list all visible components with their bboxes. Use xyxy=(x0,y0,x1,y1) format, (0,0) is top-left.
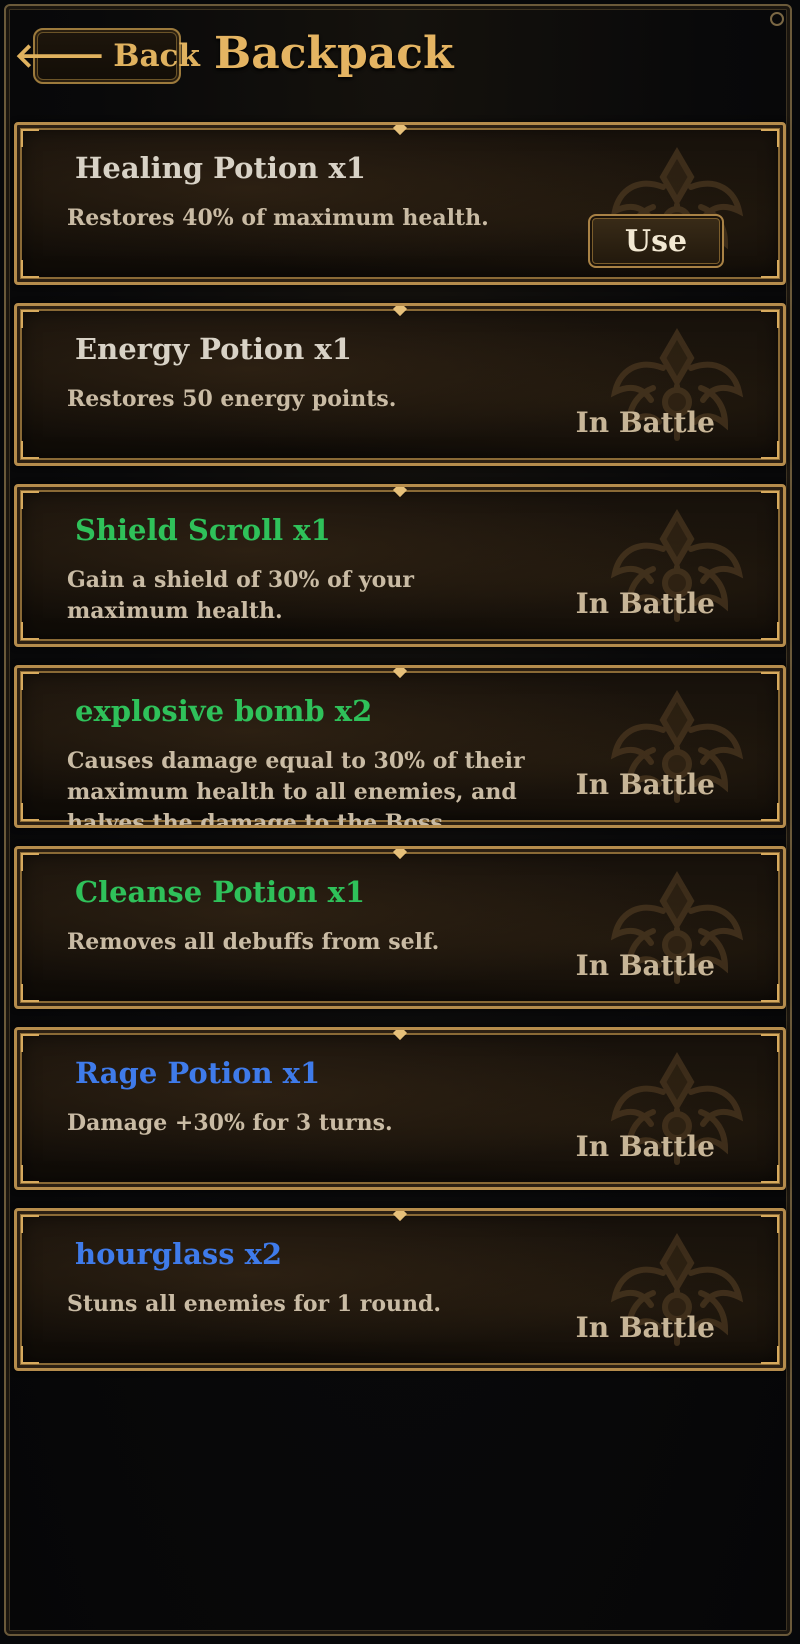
item-card: Energy Potion x1 Restores 50 energy point… xyxy=(14,303,786,466)
card-corner-ornament xyxy=(761,1215,779,1233)
card-notch-ornament xyxy=(392,1030,408,1041)
card-corner-ornament xyxy=(761,803,779,821)
card-corner-ornament xyxy=(21,803,39,821)
card-corner-ornament xyxy=(21,260,39,278)
card-corner-ornament xyxy=(761,672,779,690)
item-card: Rage Potion x1 Damage +30% for 3 turns. In… xyxy=(14,1027,786,1190)
item-card: Cleanse Potion x1 Removes all debuffs fro… xyxy=(14,846,786,1009)
header: 🡐 Back Backpack xyxy=(0,0,800,120)
in-battle-label: In Battle xyxy=(575,1311,715,1344)
card-corner-ornament xyxy=(21,1034,39,1052)
item-card: Shield Scroll x1 Gain a shield of 30% of … xyxy=(14,484,786,647)
card-notch-ornament xyxy=(392,1211,408,1222)
card-corner-ornament xyxy=(761,1034,779,1052)
card-notch-ornament xyxy=(392,668,408,679)
item-description: Stuns all enemies for 1 round. xyxy=(67,1291,442,1317)
card-corner-ornament xyxy=(21,853,39,871)
card-corner-ornament xyxy=(761,984,779,1002)
item-card: explosive bomb x2 Causes damage equal to … xyxy=(14,665,786,828)
card-corner-ornament xyxy=(21,441,39,459)
card-corner-ornament xyxy=(761,1165,779,1183)
item-name: Shield Scroll x1 xyxy=(75,513,331,547)
card-corner-ornament xyxy=(21,984,39,1002)
card-notch-ornament xyxy=(392,487,408,498)
card-corner-ornament xyxy=(761,310,779,328)
card-corner-ornament xyxy=(21,1346,39,1364)
card-corner-ornament xyxy=(21,310,39,328)
item-description: Gain a shield of 30% of your maximum hea… xyxy=(67,567,414,624)
card-corner-ornament xyxy=(761,622,779,640)
card-corner-ornament xyxy=(21,1215,39,1233)
page-title: Backpack xyxy=(214,28,454,79)
item-name: Cleanse Potion x1 xyxy=(75,875,366,909)
card-corner-ornament xyxy=(21,622,39,640)
use-button[interactable]: Use xyxy=(588,214,724,268)
item-name: Rage Potion x1 xyxy=(75,1056,321,1090)
in-battle-label: In Battle xyxy=(575,406,715,439)
card-corner-ornament xyxy=(761,260,779,278)
item-name: explosive bomb x2 xyxy=(75,694,373,728)
card-corner-ornament xyxy=(21,672,39,690)
card-corner-ornament xyxy=(21,1165,39,1183)
item-name: Energy Potion x1 xyxy=(75,332,352,366)
card-corner-ornament xyxy=(761,1346,779,1364)
in-battle-label: In Battle xyxy=(575,1130,715,1163)
card-notch-ornament xyxy=(392,306,408,317)
item-card: hourglass x2 Stuns all enemies for 1 roun… xyxy=(14,1208,786,1371)
card-notch-ornament xyxy=(392,849,408,860)
item-description: Damage +30% for 3 turns. xyxy=(67,1110,393,1136)
back-button[interactable]: 🡐 Back xyxy=(14,28,200,84)
in-battle-label: In Battle xyxy=(575,768,715,801)
item-name: hourglass x2 xyxy=(75,1237,283,1271)
in-battle-label: In Battle xyxy=(575,587,715,620)
card-corner-ornament xyxy=(761,853,779,871)
card-corner-ornament xyxy=(21,491,39,509)
item-name: Healing Potion x1 xyxy=(75,151,366,185)
item-description: Removes all debuffs from self. xyxy=(67,929,440,955)
card-corner-ornament xyxy=(761,491,779,509)
item-description: Restores 50 energy points. xyxy=(67,386,397,412)
card-corner-ornament xyxy=(761,129,779,147)
in-battle-label: In Battle xyxy=(575,949,715,982)
item-description: Restores 40% of maximum health. xyxy=(67,205,489,231)
back-button-label: Back xyxy=(113,38,200,74)
card-corner-ornament xyxy=(761,441,779,459)
card-corner-ornament xyxy=(21,129,39,147)
item-card: Healing Potion x1 Restores 40% of maximum… xyxy=(14,122,786,285)
card-notch-ornament xyxy=(392,125,408,136)
arrow-left-icon: 🡐 xyxy=(14,36,106,76)
item-description: Causes damage equal to 30% of their maxi… xyxy=(67,748,525,828)
